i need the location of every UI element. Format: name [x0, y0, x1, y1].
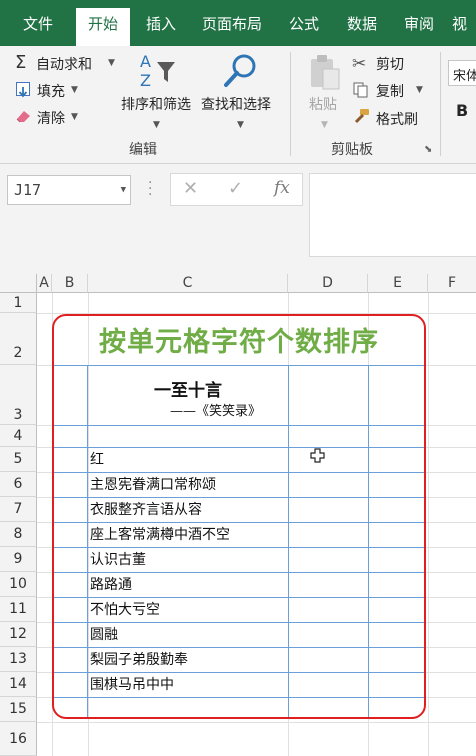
- formula-input[interactable]: [309, 173, 476, 257]
- row-header-9[interactable]: 9: [0, 547, 37, 572]
- cell-cursor-icon: [310, 448, 325, 463]
- copy-label: 复制: [376, 84, 404, 100]
- chevron-down-icon: ▼: [153, 120, 160, 130]
- svg-text:Z: Z: [140, 71, 151, 90]
- column-header-e[interactable]: E: [368, 274, 428, 293]
- tab-home[interactable]: 开始: [76, 8, 130, 46]
- column-header-d[interactable]: D: [288, 274, 368, 293]
- autosum-label: 自动求和: [36, 57, 92, 73]
- clipboard-icon: [308, 54, 342, 96]
- row-header-8[interactable]: 8: [0, 522, 37, 547]
- list-item[interactable]: 衣服整齐言语从容: [90, 498, 202, 522]
- dialog-launcher-icon[interactable]: ⬊: [424, 144, 432, 155]
- row-header-14[interactable]: 14: [0, 672, 37, 697]
- fill-down-icon: [16, 82, 30, 98]
- copy-icon: [353, 82, 369, 102]
- chevron-down-icon: ▼: [416, 85, 423, 95]
- tab-data[interactable]: 数据: [336, 8, 388, 46]
- clear-label: 清除: [37, 111, 65, 127]
- formula-buttons: ✕ ✓ fx: [170, 173, 303, 206]
- find-select-label: 查找和选择: [201, 97, 271, 113]
- list-item[interactable]: 不怕大亏空: [90, 598, 160, 622]
- tab-file[interactable]: 文件: [8, 8, 68, 46]
- row-header-5[interactable]: 5: [0, 447, 37, 472]
- scissors-icon: ✂: [352, 54, 367, 74]
- row-header-2[interactable]: 2: [0, 313, 37, 365]
- poem-subtitle[interactable]: ——《笑笑录》: [170, 400, 261, 419]
- chevron-down-icon: ▼: [108, 58, 115, 68]
- chevron-down-icon: ▼: [71, 85, 78, 95]
- magnifier-icon: [222, 52, 258, 94]
- select-all-corner[interactable]: [0, 274, 37, 293]
- svg-text:A: A: [140, 52, 151, 71]
- group-divider: [440, 52, 441, 156]
- tab-formulas[interactable]: 公式: [278, 8, 330, 46]
- font-name-box[interactable]: 宋体: [448, 60, 476, 86]
- list-item[interactable]: 圆融: [90, 623, 118, 647]
- row-header-15[interactable]: 15: [0, 697, 37, 722]
- list-item[interactable]: 主恩宪眷满口常称颂: [90, 473, 216, 497]
- chevron-down-icon: ▼: [237, 120, 244, 130]
- row-header-11[interactable]: 11: [0, 597, 37, 622]
- list-item[interactable]: 路路通: [90, 573, 132, 597]
- row-header-1[interactable]: 1: [0, 293, 37, 313]
- column-header-f[interactable]: F: [428, 274, 476, 293]
- format-painter-label: 格式刷: [376, 112, 418, 128]
- chevron-down-icon[interactable]: ▼: [121, 185, 126, 195]
- column-header-c[interactable]: C: [88, 274, 288, 293]
- sigma-icon: Σ: [15, 52, 27, 73]
- tab-review[interactable]: 审阅: [393, 8, 445, 46]
- list-item[interactable]: 红: [90, 448, 104, 472]
- row-header-10[interactable]: 10: [0, 572, 37, 597]
- name-box[interactable]: J17 ▼: [7, 175, 131, 205]
- row-header-12[interactable]: 12: [0, 622, 37, 647]
- paste-label: 粘贴: [309, 97, 337, 113]
- list-item[interactable]: 围棋马吊中中: [90, 673, 174, 697]
- poem-title[interactable]: 一至十言: [88, 376, 288, 401]
- check-icon[interactable]: ✓: [228, 178, 243, 199]
- ribbon-tab-bar: 文件 开始 插入 页面布局 公式 数据 审阅 视: [0, 0, 476, 46]
- sheet-title[interactable]: 按单元格字符个数排序: [52, 320, 426, 359]
- tab-view[interactable]: 视: [452, 8, 476, 46]
- row-header-16[interactable]: 16: [0, 722, 37, 756]
- bold-button[interactable]: B: [456, 101, 468, 120]
- list-item[interactable]: 梨园子弟殷勤奉: [90, 648, 188, 672]
- row-header-7[interactable]: 7: [0, 497, 37, 522]
- formula-bar-resize-handle[interactable]: · · ·: [148, 176, 152, 202]
- cut-label: 剪切: [376, 57, 404, 73]
- chevron-down-icon: ▼: [321, 120, 328, 130]
- group-divider: [290, 52, 291, 156]
- row-header-4[interactable]: 4: [0, 425, 37, 447]
- row-header-3[interactable]: 3: [0, 365, 37, 425]
- cancel-icon[interactable]: ✕: [183, 178, 198, 199]
- row-header-6[interactable]: 6: [0, 472, 37, 497]
- tab-insert[interactable]: 插入: [135, 8, 187, 46]
- column-header-a[interactable]: A: [37, 274, 52, 293]
- clipboard-group-label: 剪贴板: [331, 142, 373, 158]
- list-item[interactable]: 认识古董: [90, 548, 146, 572]
- sort-filter-label: 排序和筛选: [121, 97, 191, 113]
- tab-page-layout[interactable]: 页面布局: [193, 8, 271, 46]
- row-header-13[interactable]: 13: [0, 647, 37, 672]
- ribbon: Σ 自动求和 ▼ 填充 ▼ 清除 ▼ A Z 排序和筛选 ▼ 查找和选择 ▼ 编…: [0, 46, 476, 164]
- chevron-down-icon: ▼: [71, 112, 78, 122]
- sort-filter-icon: A Z: [138, 52, 180, 94]
- fill-label: 填充: [37, 84, 65, 100]
- list-item[interactable]: 座上客常满樽中酒不空: [90, 523, 230, 547]
- font-name-value: 宋体: [453, 69, 476, 84]
- eraser-icon: [15, 108, 33, 128]
- editing-group-label: 编辑: [129, 142, 157, 158]
- name-box-value: J17: [14, 181, 42, 199]
- insert-function-button[interactable]: fx: [274, 178, 290, 198]
- column-header-b[interactable]: B: [52, 274, 88, 293]
- paintbrush-icon: [352, 108, 370, 128]
